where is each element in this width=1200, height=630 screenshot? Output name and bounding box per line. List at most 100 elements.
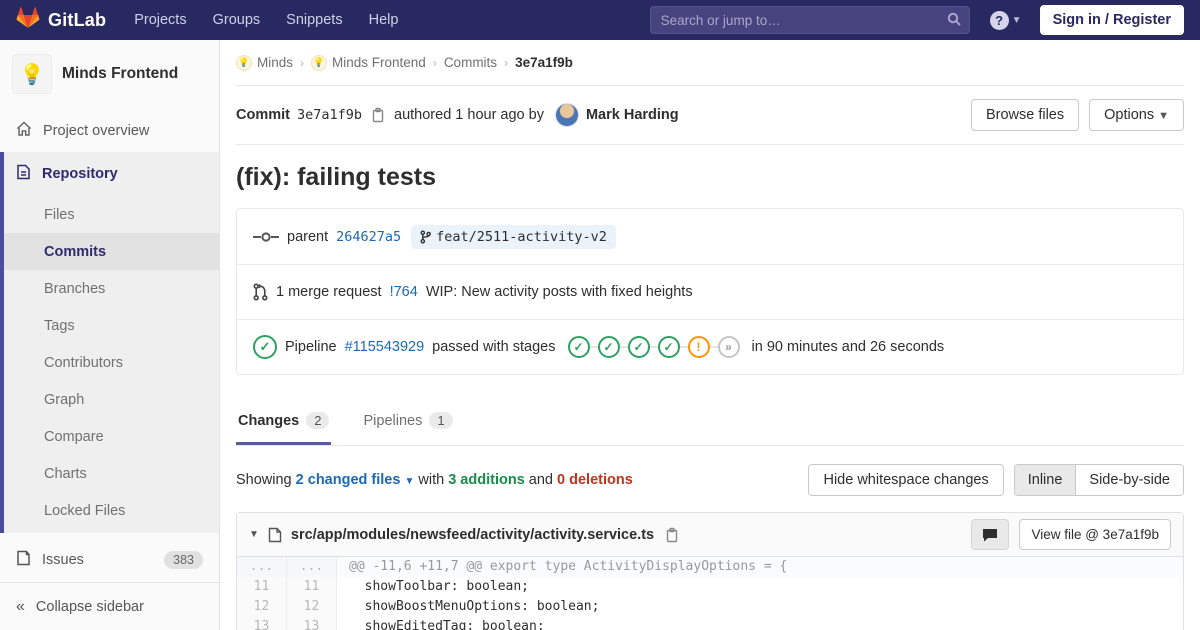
sidebar-item-locked-files[interactable]: Locked Files bbox=[4, 492, 219, 529]
merge-request-icon bbox=[253, 283, 268, 301]
commit-sha: 3e7a1f9b bbox=[296, 107, 363, 123]
old-line-number[interactable]: 11 bbox=[237, 577, 287, 597]
collapse-sidebar-button[interactable]: « Collapse sidebar bbox=[0, 582, 219, 630]
stage-connector bbox=[589, 346, 598, 348]
issues-count-badge: 383 bbox=[164, 551, 203, 569]
sidebar-item-charts[interactable]: Charts bbox=[4, 455, 219, 492]
code-line: showEditedTag: boolean; bbox=[349, 619, 545, 630]
breadcrumb-minds-frontend[interactable]: 💡 Minds Frontend bbox=[311, 54, 426, 71]
commit-label: Commit bbox=[236, 107, 290, 123]
stage-connector bbox=[709, 346, 718, 348]
tab-changes[interactable]: Changes 2 bbox=[236, 397, 332, 445]
sidebar-item-label: Repository bbox=[42, 166, 118, 182]
additions-count: 3 additions bbox=[448, 472, 525, 488]
branch-badge[interactable]: feat/2511-activity-v2 bbox=[411, 224, 616, 249]
sidebar-project-link[interactable]: 💡 Minds Frontend bbox=[0, 40, 219, 110]
sidebar-item-repository[interactable]: Repository bbox=[4, 152, 219, 196]
old-line-number[interactable]: 12 bbox=[237, 597, 287, 617]
diff-line: 11 11 showToolbar: boolean; bbox=[237, 577, 1183, 597]
gitlab-tanuki-icon bbox=[16, 6, 40, 34]
brand-name: GitLab bbox=[48, 9, 107, 30]
hide-whitespace-button[interactable]: Hide whitespace changes bbox=[808, 464, 1004, 496]
old-line-number[interactable]: 13 bbox=[237, 617, 287, 630]
browse-files-button[interactable]: Browse files bbox=[970, 99, 1080, 131]
pipeline-mini-graph: ✓ ✓ ✓ ✓ ! » bbox=[567, 336, 740, 358]
nav-help[interactable]: Help bbox=[369, 12, 399, 28]
diff-content: ... ... @@ -11,6 +11,7 @@ export type Ac… bbox=[237, 557, 1183, 630]
project-sidebar: 💡 Minds Frontend Project overview Reposi… bbox=[0, 40, 220, 630]
diff-view-toggle: Inline Side-by-side bbox=[1013, 464, 1184, 496]
sign-in-button[interactable]: Sign in / Register bbox=[1039, 5, 1184, 35]
pipeline-row: ✓ Pipeline #115543929 passed with stages… bbox=[237, 319, 1183, 374]
pipeline-id-link[interactable]: #115543929 bbox=[345, 339, 425, 355]
stage-skipped-icon[interactable]: » bbox=[717, 336, 740, 358]
sidebar-item-label: Issues bbox=[42, 552, 84, 568]
author-avatar[interactable] bbox=[554, 103, 579, 127]
breadcrumb-commits[interactable]: Commits bbox=[444, 55, 497, 70]
copy-sha-button[interactable] bbox=[369, 105, 387, 125]
chevron-down-icon: ▼ bbox=[1011, 14, 1022, 26]
sidebar-item-issues[interactable]: Issues 383 bbox=[0, 539, 219, 581]
nav-projects[interactable]: Projects bbox=[134, 12, 186, 28]
diff-line: 12 12 showBoostMenuOptions: boolean; bbox=[237, 597, 1183, 617]
copy-path-button[interactable] bbox=[663, 525, 681, 545]
collapse-file-icon[interactable]: ▼ bbox=[249, 529, 259, 540]
commit-icon bbox=[253, 231, 279, 243]
diff-controls: Showing 2 changed files ▼ with 3 additio… bbox=[236, 464, 1184, 496]
side-by-side-view-button[interactable]: Side-by-side bbox=[1076, 465, 1183, 495]
search-icon[interactable] bbox=[946, 11, 962, 32]
help-menu[interactable]: ? ▼ bbox=[989, 10, 1022, 30]
stage-passed-icon[interactable]: ✓ bbox=[657, 336, 680, 358]
changed-files-dropdown[interactable]: 2 changed files ▼ bbox=[296, 472, 419, 488]
breadcrumb-minds[interactable]: 💡 Minds bbox=[236, 54, 293, 71]
nav-groups[interactable]: Groups bbox=[213, 12, 261, 28]
parent-label: parent bbox=[287, 228, 329, 245]
parent-sha-link[interactable]: 264627a5 bbox=[336, 229, 401, 245]
diff-hunk-row: ... ... @@ -11,6 +11,7 @@ export type Ac… bbox=[237, 557, 1183, 577]
pipeline-status-icon[interactable]: ✓ bbox=[253, 335, 277, 359]
stage-passed-icon[interactable]: ✓ bbox=[597, 336, 620, 358]
top-navbar: GitLab Projects Groups Snippets Help ? ▼… bbox=[0, 0, 1200, 40]
stage-connector bbox=[679, 346, 688, 348]
stage-warning-icon[interactable]: ! bbox=[687, 336, 710, 358]
sidebar-item-compare[interactable]: Compare bbox=[4, 418, 219, 455]
collapse-icon: « bbox=[16, 597, 25, 615]
new-line-number[interactable]: 11 bbox=[287, 577, 337, 597]
new-line-number[interactable]: 13 bbox=[287, 617, 337, 630]
nav-menu: Projects Groups Snippets Help bbox=[134, 12, 398, 28]
new-line-number[interactable]: 12 bbox=[287, 597, 337, 617]
file-icon bbox=[268, 527, 282, 543]
stage-passed-icon[interactable]: ✓ bbox=[627, 336, 650, 358]
inline-view-button[interactable]: Inline bbox=[1014, 465, 1077, 495]
author-name[interactable]: Mark Harding bbox=[586, 107, 679, 123]
breadcrumb-separator: › bbox=[432, 55, 437, 70]
sidebar-item-files[interactable]: Files bbox=[4, 196, 219, 233]
parent-row: parent 264627a5 feat/2511-activity-v2 bbox=[237, 209, 1183, 264]
search-box bbox=[649, 6, 970, 34]
commit-title: (fix): failing tests bbox=[236, 163, 437, 191]
project-avatar-small: 💡 bbox=[311, 54, 328, 71]
collapse-label: Collapse sidebar bbox=[35, 598, 144, 615]
file-path[interactable]: src/app/modules/newsfeed/activity/activi… bbox=[291, 527, 654, 543]
code-line: showBoostMenuOptions: boolean; bbox=[349, 599, 600, 614]
view-file-button[interactable]: View file @ 3e7a1f9b bbox=[1019, 519, 1171, 550]
sidebar-item-graph[interactable]: Graph bbox=[4, 381, 219, 418]
help-icon: ? bbox=[989, 10, 1009, 30]
sidebar-item-project-overview[interactable]: Project overview bbox=[0, 110, 219, 152]
options-dropdown-button[interactable]: Options ▼ bbox=[1089, 99, 1184, 131]
sidebar-item-branches[interactable]: Branches bbox=[4, 270, 219, 307]
main-content: 💡 Minds › 💡 Minds Frontend › Commits › 3… bbox=[220, 40, 1200, 630]
mr-link[interactable]: !764 bbox=[390, 284, 418, 300]
toggle-comments-button[interactable] bbox=[971, 519, 1010, 550]
project-avatar: 💡 bbox=[12, 54, 52, 94]
stage-passed-icon[interactable]: ✓ bbox=[567, 336, 590, 358]
sidebar-item-commits[interactable]: Commits bbox=[4, 233, 219, 270]
nav-snippets[interactable]: Snippets bbox=[286, 12, 342, 28]
deletions-count: 0 deletions bbox=[557, 472, 633, 488]
code-line: showToolbar: boolean; bbox=[349, 579, 530, 594]
sidebar-item-contributors[interactable]: Contributors bbox=[4, 344, 219, 381]
search-input[interactable] bbox=[649, 6, 970, 34]
gitlab-logo[interactable]: GitLab bbox=[16, 6, 106, 34]
tab-pipelines[interactable]: Pipelines 1 bbox=[361, 397, 454, 445]
sidebar-item-tags[interactable]: Tags bbox=[4, 307, 219, 344]
